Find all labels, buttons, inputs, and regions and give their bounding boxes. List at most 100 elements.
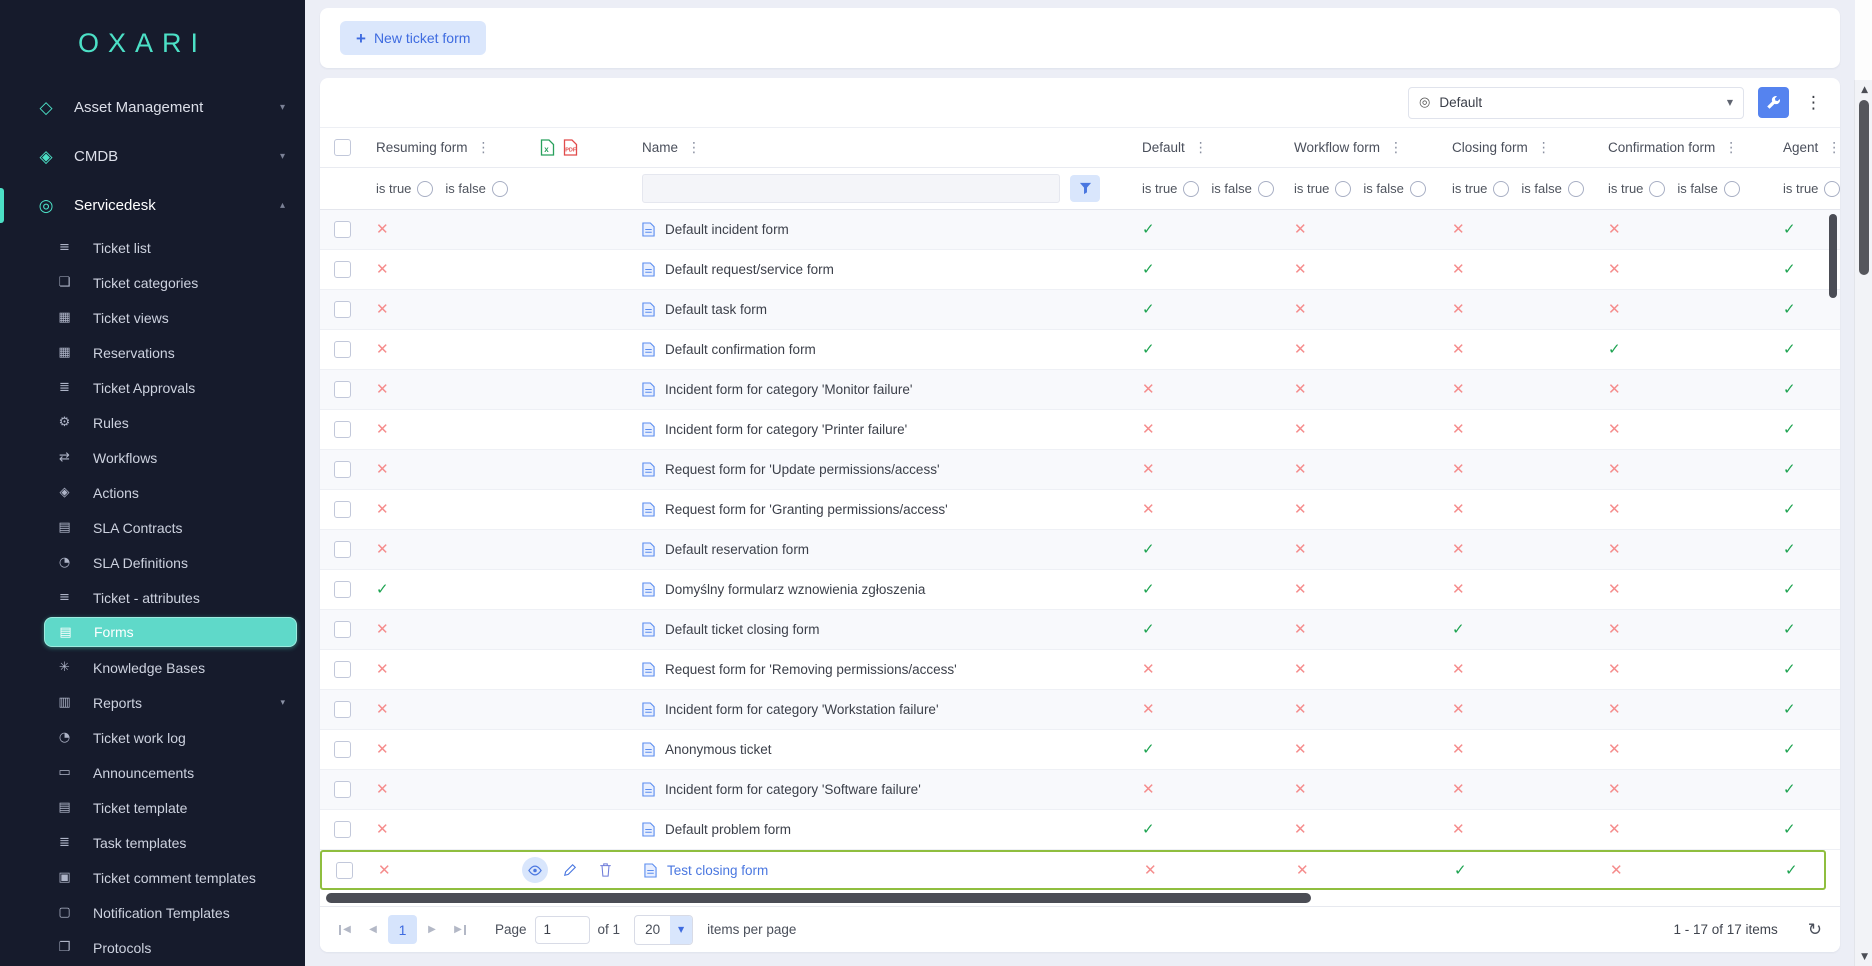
column-menu-icon[interactable]: ⋮	[1194, 140, 1208, 156]
column-menu-icon[interactable]: ⋮	[477, 140, 491, 156]
sidebar-item-ticket-views[interactable]: ▦Ticket views	[0, 300, 305, 335]
sidebar-item-forms[interactable]: ▤Forms	[44, 617, 297, 647]
is-true-radio[interactable]	[1824, 181, 1840, 197]
delete-button[interactable]	[592, 857, 618, 883]
column-menu-icon[interactable]: ⋮	[687, 140, 701, 156]
column-menu-icon[interactable]: ⋮	[1389, 140, 1403, 156]
sidebar-item-ticket-attributes[interactable]: ≡Ticket - attributes	[0, 580, 305, 615]
row-checkbox[interactable]	[334, 261, 351, 278]
table-row[interactable]: ✕Default task form✓✕✕✕✓	[320, 290, 1840, 330]
sidebar-item-knowledge-bases[interactable]: ✳Knowledge Bases	[0, 650, 305, 685]
name-filter-input[interactable]	[642, 174, 1060, 203]
refresh-icon[interactable]: ↻	[1808, 920, 1822, 940]
row-checkbox[interactable]	[334, 541, 351, 558]
row-checkbox[interactable]	[334, 741, 351, 758]
grid-settings-wrench-button[interactable]	[1758, 87, 1789, 118]
row-checkbox[interactable]	[334, 821, 351, 838]
column-menu-icon[interactable]: ⋮	[1537, 140, 1551, 156]
table-row[interactable]: ✕Incident form for category 'Workstation…	[320, 690, 1840, 730]
page-size-select[interactable]: 20 ▼	[634, 915, 693, 945]
select-all-checkbox[interactable]	[334, 139, 351, 156]
is-false-radio[interactable]	[1724, 181, 1740, 197]
sidebar-item-protocols[interactable]: ❐Protocols	[0, 930, 305, 965]
sidebar-item-workflows[interactable]: ⇄Workflows	[0, 440, 305, 475]
table-row[interactable]: ✕Default confirmation form✓✕✕✓✓	[320, 330, 1840, 370]
sidebar-item-announcements[interactable]: ▭Announcements	[0, 755, 305, 790]
sidebar-item-ticket-template[interactable]: ▤Ticket template	[0, 790, 305, 825]
table-row[interactable]: ✕Default reservation form✓✕✕✕✓	[320, 530, 1840, 570]
sidebar-item-rules[interactable]: ⚙Rules	[0, 405, 305, 440]
last-page-button[interactable]: ▶	[445, 917, 471, 943]
row-checkbox[interactable]	[336, 862, 353, 879]
grid-vertical-scrollbar-thumb[interactable]	[1829, 214, 1837, 298]
sidebar-item-sla-contracts[interactable]: ▤SLA Contracts	[0, 510, 305, 545]
sidebar-item-reports[interactable]: ▥Reports▾	[0, 685, 305, 720]
sidebar-item-ticket-comment-templates[interactable]: ▣Ticket comment templates	[0, 860, 305, 895]
is-true-radio[interactable]	[417, 181, 433, 197]
table-row[interactable]: ✕Incident form for category 'Monitor fai…	[320, 370, 1840, 410]
sidebar-item-sla-definitions[interactable]: ◔SLA Definitions	[0, 545, 305, 580]
edit-button[interactable]	[557, 857, 583, 883]
sidebar-item-servicedesk[interactable]: ◎ Servicedesk ▴	[0, 181, 305, 230]
row-checkbox[interactable]	[334, 381, 351, 398]
table-row[interactable]: ✕Test closing form✕✕✓✕✓	[320, 850, 1826, 890]
sidebar-item-actions[interactable]: ◈Actions	[0, 475, 305, 510]
sidebar-item-notification-templates[interactable]: ▢Notification Templates	[0, 895, 305, 930]
kebab-menu-icon[interactable]: ⋮	[1805, 93, 1822, 113]
row-checkbox[interactable]	[334, 341, 351, 358]
table-row[interactable]: ✕Request form for 'Update permissions/ac…	[320, 450, 1840, 490]
row-checkbox[interactable]	[334, 581, 351, 598]
is-true-radio[interactable]	[1649, 181, 1665, 197]
column-menu-icon[interactable]: ⋮	[1827, 140, 1840, 156]
table-row[interactable]: ✕Request form for 'Granting permissions/…	[320, 490, 1840, 530]
filter-button[interactable]	[1070, 175, 1100, 202]
scroll-down-arrow-icon[interactable]: ▼	[1861, 952, 1868, 962]
table-row[interactable]: ✕Request form for 'Removing permissions/…	[320, 650, 1840, 690]
view-selector-dropdown[interactable]: ◎ Default ▼	[1408, 87, 1744, 119]
is-true-radio[interactable]	[1335, 181, 1351, 197]
scroll-up-arrow-icon[interactable]: ▲	[1861, 85, 1868, 95]
first-page-button[interactable]: ◀	[334, 917, 360, 943]
is-true-radio[interactable]	[1183, 181, 1199, 197]
row-checkbox[interactable]	[334, 301, 351, 318]
page-number-input[interactable]	[535, 916, 590, 944]
row-checkbox[interactable]	[334, 421, 351, 438]
row-checkbox[interactable]	[334, 701, 351, 718]
table-row[interactable]: ✕Incident form for category 'Software fa…	[320, 770, 1840, 810]
sidebar-item-ticket-approvals[interactable]: ≣Ticket Approvals	[0, 370, 305, 405]
row-checkbox[interactable]	[334, 221, 351, 238]
row-checkbox[interactable]	[334, 461, 351, 478]
row-checkbox[interactable]	[334, 501, 351, 518]
row-checkbox[interactable]	[334, 621, 351, 638]
sidebar-item-asset-management[interactable]: ◇ Asset Management ▾	[0, 83, 305, 132]
excel-export-icon[interactable]: x	[540, 139, 555, 156]
row-checkbox[interactable]	[334, 781, 351, 798]
pdf-export-icon[interactable]: PDF	[563, 139, 578, 156]
sidebar-item-ticket-work-log[interactable]: ◔Ticket work log	[0, 720, 305, 755]
horizontal-scrollbar-thumb[interactable]	[326, 893, 1311, 903]
x-icon: ✕	[1294, 542, 1307, 557]
table-row[interactable]: ✕Incident form for category 'Printer fai…	[320, 410, 1840, 450]
sidebar-item-cmdb[interactable]: ◈ CMDB ▾	[0, 132, 305, 181]
table-row[interactable]: ✕Anonymous ticket✓✕✕✕✓	[320, 730, 1840, 770]
is-true-radio[interactable]	[1493, 181, 1509, 197]
sidebar-item-ticket-categories[interactable]: ❏Ticket categories	[0, 265, 305, 300]
row-checkbox[interactable]	[334, 661, 351, 678]
table-row[interactable]: ✕Default incident form✓✕✕✕✓	[320, 210, 1840, 250]
prev-page-button[interactable]: ◀	[360, 917, 386, 943]
window-scrollbar-thumb[interactable]	[1859, 100, 1869, 275]
table-row[interactable]: ✕Default problem form✓✕✕✕✓	[320, 810, 1840, 850]
table-row[interactable]: ✕Default ticket closing form✓✕✓✕✓	[320, 610, 1840, 650]
preview-button[interactable]	[522, 857, 548, 883]
sidebar-item-reservations[interactable]: ▦Reservations	[0, 335, 305, 370]
next-page-button[interactable]: ▶	[419, 917, 445, 943]
column-menu-icon[interactable]: ⋮	[1724, 140, 1738, 156]
window-scrollbar-track[interactable]: ▲ ▼	[1854, 80, 1872, 966]
table-row[interactable]: ✓Domyślny formularz wznowienia zgłoszeni…	[320, 570, 1840, 610]
is-false-radio[interactable]	[492, 181, 508, 197]
current-page-button[interactable]: 1	[388, 915, 417, 944]
sidebar-item-task-templates[interactable]: ≣Task templates	[0, 825, 305, 860]
table-row[interactable]: ✕Default request/service form✓✕✕✕✓	[320, 250, 1840, 290]
new-ticket-form-button[interactable]: + New ticket form	[340, 21, 486, 55]
sidebar-item-ticket-list[interactable]: ≡Ticket list	[0, 230, 305, 265]
